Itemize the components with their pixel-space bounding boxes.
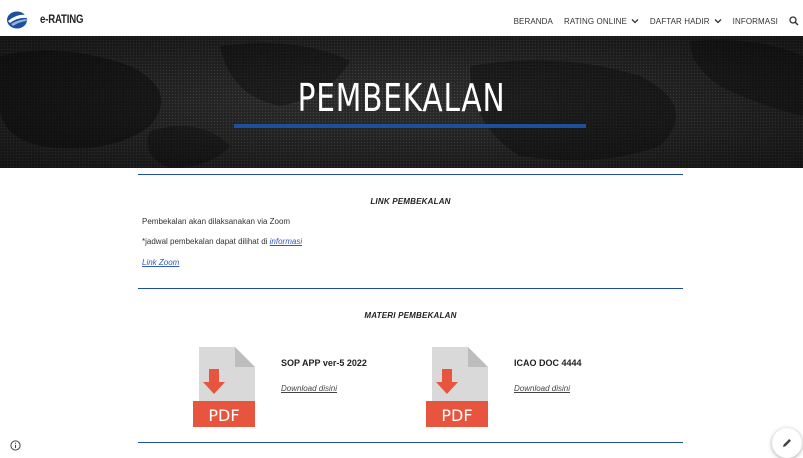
nav-item-label: DAFTAR HADIR — [649, 16, 710, 26]
nav-item-informasi[interactable]: INFORMASI — [733, 17, 778, 26]
nav-item-label: BERANDA — [513, 16, 553, 26]
hero-banner: PEMBEKALAN — [0, 36, 803, 168]
site-brand[interactable]: e-RATING — [40, 12, 84, 26]
title-underline — [234, 124, 586, 128]
pdf-icon[interactable]: PDF — [426, 347, 488, 427]
edit-button[interactable] — [772, 428, 802, 458]
schedule-info-text: *jadwal pembekalan dapat dilihat di info… — [142, 237, 302, 246]
main-nav: BERANDA RATING ONLINE DAFTAR HADIR INFOR… — [514, 13, 803, 29]
section-title-materi: MATERI PEMBEKALAN — [364, 311, 457, 320]
page-title: PEMBEKALAN — [297, 76, 506, 120]
chevron-down-icon — [631, 19, 639, 24]
nav-item-beranda[interactable]: BERANDA — [514, 17, 553, 26]
top-navigation-bar: e-RATING BERANDA RATING ONLINE DAFTAR HA… — [0, 0, 803, 36]
informasi-link[interactable]: informasi — [270, 237, 302, 246]
nav-item-label: INFORMASI — [732, 16, 778, 26]
pdf-icon-label: PDF — [208, 406, 239, 425]
download-link[interactable]: Download disini — [281, 384, 337, 393]
nav-item-daftar-hadir[interactable]: DAFTAR HADIR — [650, 17, 722, 26]
nav-item-rating-online[interactable]: RATING ONLINE — [564, 17, 639, 26]
pdf-icon-label: PDF — [441, 406, 472, 425]
section-divider — [138, 288, 683, 289]
zoom-info-text: Pembekalan akan dilaksanakan via Zoom — [142, 217, 291, 226]
document-title: ICAO DOC 4444 — [514, 358, 582, 368]
nav-item-label: RATING ONLINE — [563, 16, 627, 26]
pdf-icon[interactable]: PDF — [193, 347, 255, 427]
e-rating-logo-icon[interactable] — [6, 9, 30, 29]
section-title-link: LINK PEMBEKALAN — [370, 197, 451, 206]
search-icon[interactable] — [789, 16, 799, 26]
section-divider — [138, 174, 683, 175]
pencil-icon — [783, 439, 791, 447]
schedule-info-prefix: *jadwal pembekalan dapat dilihat di — [142, 237, 270, 246]
zoom-link[interactable]: Link Zoom — [142, 258, 179, 267]
chevron-down-icon — [714, 19, 722, 24]
download-link[interactable]: Download disini — [514, 384, 570, 393]
section-divider — [138, 442, 683, 443]
info-icon[interactable] — [10, 440, 21, 451]
document-title: SOP APP ver-5 2022 — [281, 358, 367, 368]
